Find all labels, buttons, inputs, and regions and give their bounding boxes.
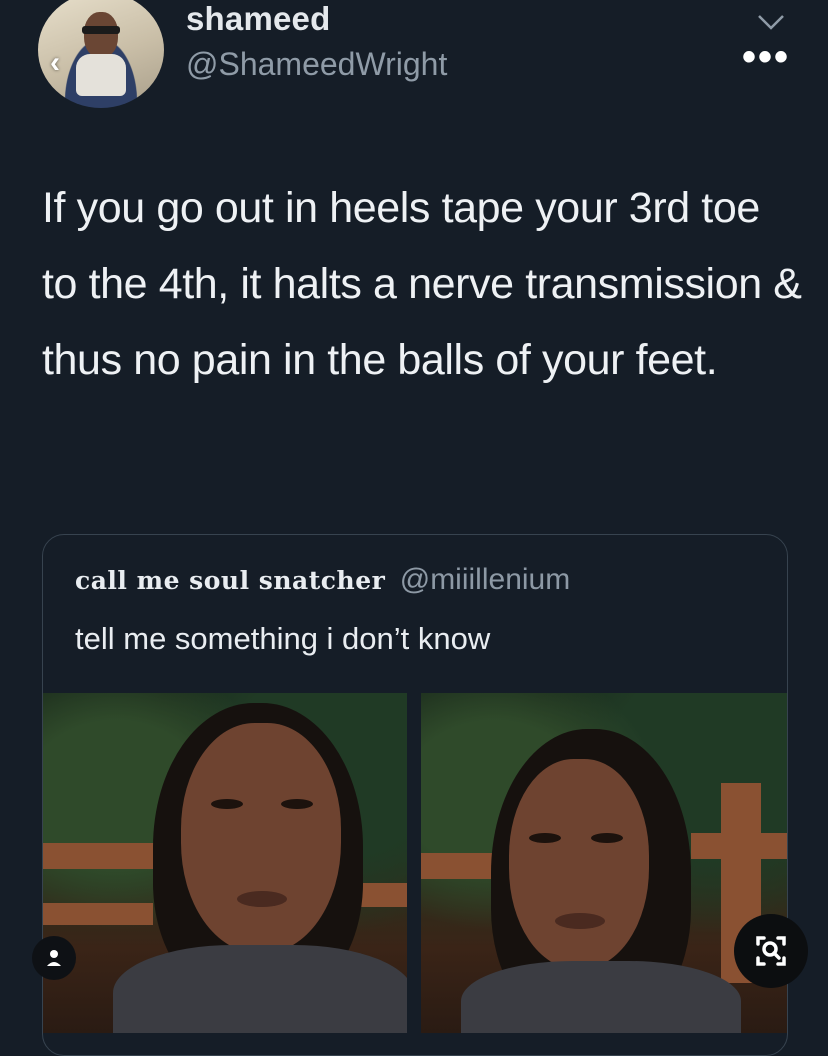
photo-eye [281, 799, 313, 809]
photo-shirt [113, 945, 407, 1033]
photo-eye [529, 833, 561, 843]
quoted-author-name: call me soul snatcher [75, 566, 386, 595]
quoted-author-handle: @miiillenium [399, 563, 571, 596]
back-icon[interactable]: ‹ [50, 48, 80, 78]
photo-face [181, 723, 341, 953]
photo-lips [237, 891, 287, 907]
more-icon[interactable]: ••• [742, 37, 794, 77]
photo-face [509, 759, 649, 969]
photo-lips [555, 913, 605, 929]
photo-eye [211, 799, 243, 809]
visual-search-icon[interactable] [734, 914, 808, 988]
quoted-tweet-card[interactable]: call me soul snatcher @miiillenium tell … [42, 534, 788, 1056]
photo-shirt [461, 961, 741, 1033]
tweet-screen: ‹ shameed @ShameedWright ••• If you go o… [0, 0, 828, 1056]
person-icon-glyph [47, 950, 61, 966]
quoted-photo-2[interactable] [421, 693, 787, 1033]
deck-railing [43, 843, 163, 869]
quoted-photo-1[interactable] [43, 693, 407, 1033]
tweet-text: If you go out in heels tape your 3rd toe… [42, 184, 802, 384]
avatar-face [84, 12, 118, 58]
photo-eye [591, 833, 623, 843]
author-handle[interactable]: @ShameedWright [186, 46, 447, 83]
quoted-tweet-text: tell me something i don’t know [75, 621, 491, 656]
quoted-tweet-header: call me soul snatcher @miiillenium [75, 563, 570, 597]
visual-search-icon-glyph [756, 936, 786, 966]
author-name[interactable]: shameed [186, 0, 330, 38]
avatar-hoodie [76, 54, 126, 96]
avatar-sunglasses [82, 26, 120, 34]
deck-railing [43, 903, 153, 925]
person-icon[interactable] [32, 936, 76, 980]
chevron-down-icon[interactable] [756, 10, 786, 34]
